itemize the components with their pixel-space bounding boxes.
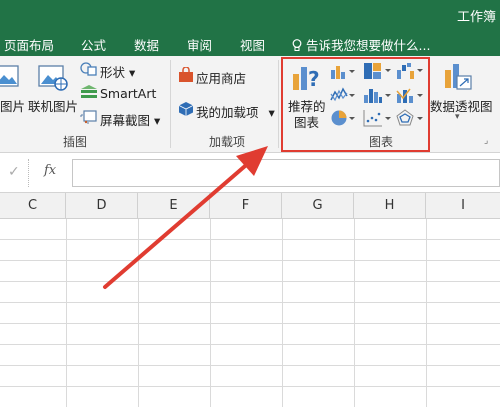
ribbon-tabs: 页面布局 公式 数据 审阅 视图 告诉我您想要做什么... xyxy=(0,31,500,56)
my-addins-button[interactable]: 我的加载项 ▾ xyxy=(196,102,275,121)
online-picture-icon[interactable] xyxy=(37,62,69,92)
store-icon xyxy=(179,67,193,82)
tab-view[interactable]: 视图 xyxy=(240,35,265,54)
window-title: 工作簿 xyxy=(456,10,496,25)
column-gridline xyxy=(138,219,139,407)
column-header-e[interactable]: E xyxy=(138,193,210,219)
tab-page-layout[interactable]: 页面布局 xyxy=(4,35,54,54)
column-gridline xyxy=(282,219,283,407)
charts-highlight-box xyxy=(281,57,430,152)
shapes-label: 形状 xyxy=(100,65,126,80)
column-header-h[interactable]: H xyxy=(354,193,426,219)
screenshot-icon xyxy=(80,110,97,124)
column-header-g[interactable]: G xyxy=(282,193,354,219)
my-addins-icon xyxy=(178,102,194,116)
column-gridline xyxy=(354,219,355,407)
lightbulb-icon xyxy=(292,39,302,51)
pivot-chart-icon[interactable] xyxy=(442,62,474,92)
online-picture-button[interactable]: 联机图片 xyxy=(28,96,78,115)
screenshot-button[interactable]: 屏幕截图 ▾ xyxy=(100,110,160,129)
formula-bar-grip xyxy=(28,159,31,187)
column-header-c[interactable]: C xyxy=(0,193,66,219)
picture-icon[interactable] xyxy=(0,64,20,90)
my-addins-label: 我的加载项 xyxy=(196,105,259,120)
column-header-d[interactable]: D xyxy=(66,193,138,219)
shapes-icon xyxy=(80,62,97,76)
column-gridline xyxy=(426,219,427,407)
column-gridline xyxy=(66,219,67,407)
tab-data[interactable]: 数据 xyxy=(134,35,159,54)
ribbon: 图片 联机图片 形状 ▾ SmartArt 屏幕截图 ▾ 插图 应用商店 我的加… xyxy=(0,56,500,153)
shapes-button[interactable]: 形状 ▾ xyxy=(100,62,135,81)
column-header-row: C D E F G H I xyxy=(0,193,500,219)
screenshot-label: 屏幕截图 xyxy=(100,113,151,128)
addins-group-label: 加载项 xyxy=(209,135,246,149)
illustrations-group-label: 插图 xyxy=(63,135,88,149)
column-gridline xyxy=(210,219,211,407)
smartart-icon xyxy=(81,85,97,98)
pivot-chart-dropdown-icon[interactable]: ▾ xyxy=(455,112,460,122)
picture-button[interactable]: 图片 xyxy=(0,96,25,115)
group-separator xyxy=(278,60,279,148)
tell-me-text: 告诉我您想要做什么... xyxy=(306,38,431,53)
pivot-chart-button[interactable]: 数据透视图 xyxy=(430,96,493,115)
store-button[interactable]: 应用商店 xyxy=(196,68,246,87)
formula-bar: ✓ fx xyxy=(0,153,500,193)
cell-grid[interactable] xyxy=(0,219,500,407)
enter-check-icon[interactable]: ✓ xyxy=(8,164,20,180)
tell-me-box[interactable]: 告诉我您想要做什么... xyxy=(292,35,430,54)
title-bar: 工作簿 xyxy=(0,0,500,31)
smartart-button[interactable]: SmartArt xyxy=(100,86,156,101)
dialog-launcher-icon[interactable]: ⌟ xyxy=(484,136,488,146)
tab-review[interactable]: 审阅 xyxy=(187,35,212,54)
column-header-f[interactable]: F xyxy=(210,193,282,219)
formula-input[interactable] xyxy=(72,159,500,187)
tab-formulas[interactable]: 公式 xyxy=(81,35,106,54)
column-header-i[interactable]: I xyxy=(426,193,500,219)
group-separator xyxy=(170,60,171,148)
insert-function-button[interactable]: fx xyxy=(44,163,56,178)
